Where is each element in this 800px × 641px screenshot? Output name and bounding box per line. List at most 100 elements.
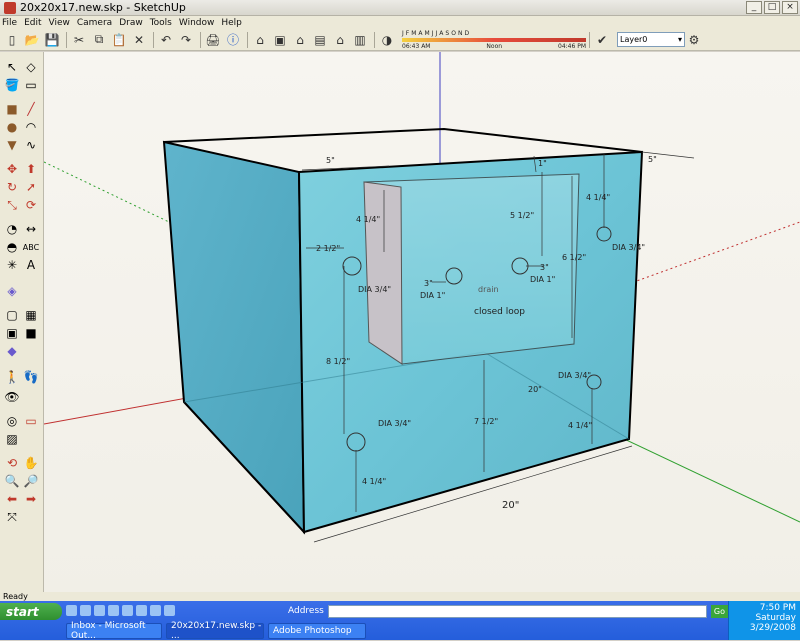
circle-icon[interactable]: ● (3, 118, 21, 136)
section-plane-icon[interactable]: ◎ (3, 412, 21, 430)
front-icon[interactable]: ⌂ (291, 31, 309, 49)
dimension-icon[interactable]: ↔ (22, 220, 40, 238)
sketchup-quick-icon[interactable] (136, 605, 147, 616)
erase-icon[interactable]: ✕ (130, 31, 148, 49)
shadow-settings-icon[interactable]: ◑ (378, 31, 396, 49)
dim-4-1-4-a: 4 1/4" (356, 215, 380, 224)
paste-icon[interactable]: 📋 (110, 31, 128, 49)
cut-icon[interactable]: ✂ (70, 31, 88, 49)
axes-icon[interactable]: ✳ (3, 256, 21, 274)
push-pull-icon[interactable]: ⬆ (22, 160, 40, 178)
orbit-icon[interactable]: ⟲ (3, 454, 21, 472)
right-icon[interactable]: ▤ (311, 31, 329, 49)
address-input[interactable] (327, 604, 707, 618)
xray-icon[interactable]: ▢ (3, 306, 21, 324)
offset-icon[interactable]: ⟳ (22, 196, 40, 214)
save-icon[interactable]: 💾 (43, 31, 61, 49)
arc-icon[interactable]: ◠ (22, 118, 40, 136)
quick-launch (66, 605, 175, 616)
next-view-icon[interactable]: ➡ (22, 490, 40, 508)
undo-icon[interactable]: ↶ (157, 31, 175, 49)
scale-icon[interactable]: ⤡ (3, 196, 21, 214)
dim-top-width: 5" (326, 156, 335, 165)
polygon-icon[interactable]: ▼ (3, 136, 21, 154)
media-icon[interactable] (122, 605, 133, 616)
walk-icon[interactable]: 🚶 (3, 368, 21, 386)
select-icon[interactable]: ↖ (3, 58, 21, 76)
shaded-icon[interactable]: ■ (22, 324, 40, 342)
outlook-icon[interactable] (94, 605, 105, 616)
menu-view[interactable]: View (49, 18, 70, 28)
label-dia-3-4-c: DIA 3/4" (558, 371, 591, 380)
footprints-icon[interactable]: 👣 (22, 368, 40, 386)
copy-icon[interactable]: ⧉ (90, 31, 108, 49)
menu-edit[interactable]: Edit (24, 18, 41, 28)
close-button[interactable]: × (782, 1, 798, 14)
hidden-line-icon[interactable]: ▣ (3, 324, 21, 342)
section-cuts-icon[interactable]: ▨ (3, 430, 21, 448)
menu-draw[interactable]: Draw (119, 18, 143, 28)
protractor-icon[interactable]: ◓ (3, 238, 21, 256)
zoom-icon[interactable]: 🔍 (3, 472, 21, 490)
pan-icon[interactable]: ✋ (22, 454, 40, 472)
menu-camera[interactable]: Camera (77, 18, 112, 28)
model-canvas[interactable]: 5" 5" 1" 4 1/4" 5 1/2" 4 1/4" 2 1/2" 3" … (44, 52, 800, 600)
menu-file[interactable]: File (2, 18, 17, 28)
month-slider[interactable]: JFMAMJJASOND (402, 30, 586, 37)
rectangle-icon[interactable]: ■ (3, 100, 21, 118)
explorer-icon[interactable] (108, 605, 119, 616)
task-photoshop[interactable]: Adobe Photoshop (268, 623, 366, 639)
menu-window[interactable]: Window (179, 18, 215, 28)
open-icon[interactable]: 📂 (23, 31, 41, 49)
look-around-icon[interactable]: 👁 (3, 388, 21, 406)
go-button[interactable]: Go (710, 604, 728, 618)
maximize-button[interactable]: □ (764, 1, 780, 14)
zoom-window-icon[interactable]: 🔎 (22, 472, 40, 490)
back-icon[interactable]: ⌂ (331, 31, 349, 49)
menu-bar: File Edit View Camera Draw Tools Window … (0, 16, 800, 29)
top-edge (163, 127, 643, 153)
show-desktop-icon[interactable] (66, 605, 77, 616)
tape-measure-icon[interactable]: ◔ (3, 220, 21, 238)
start-button[interactable]: start (0, 603, 62, 620)
zoom-extents-icon[interactable]: ⤧ (3, 508, 21, 526)
wireframe-icon[interactable]: ▦ (22, 306, 40, 324)
iso-icon[interactable]: ⌂ (251, 31, 269, 49)
shaded-texture-icon[interactable]: ◆ (3, 342, 21, 360)
model-viewport[interactable]: 5" 5" 1" 4 1/4" 5 1/2" 4 1/4" 2 1/2" 3" … (44, 52, 800, 600)
model-info-icon[interactable]: ⓘ (224, 31, 242, 49)
minimize-button[interactable]: _ (746, 1, 762, 14)
menu-tools[interactable]: Tools (150, 18, 172, 28)
left-icon[interactable]: ▥ (351, 31, 369, 49)
print-icon[interactable]: 🖨 (204, 31, 222, 49)
rotate-icon[interactable]: ↻ (3, 178, 21, 196)
text-icon[interactable]: ABC (22, 238, 40, 256)
dim-3-a: 3" (424, 279, 433, 288)
paint-bucket-icon[interactable]: 🪣 (3, 76, 21, 94)
eraser-icon[interactable]: ▭ (22, 76, 40, 94)
new-icon[interactable]: ▯ (3, 31, 21, 49)
task-outlook[interactable]: Inbox - Microsoft Out... (66, 621, 162, 641)
menu-help[interactable]: Help (221, 18, 242, 28)
left-tool-palette: ↖ ◇ 🪣 ▭ ■ ╱ ● ◠ ▼ ∿ ✥ ⬆ ↻ ➚ ⤡ ⟳ ◔ ↔ ◓ AB… (0, 52, 44, 600)
shadow-time-widget[interactable]: JFMAMJJASOND 06:43 AM Noon 04:46 PM (402, 30, 586, 50)
task-sketchup[interactable]: 20x20x17.new.skp - ... (166, 621, 264, 641)
photoshop-quick-icon[interactable] (150, 605, 161, 616)
layer-manager-icon[interactable]: ⚙ (685, 31, 703, 49)
firefox-icon[interactable] (164, 605, 175, 616)
previous-view-icon[interactable]: ⬅ (3, 490, 21, 508)
time-slider[interactable] (402, 37, 586, 42)
redo-icon[interactable]: ↷ (177, 31, 195, 49)
ie-icon[interactable] (80, 605, 91, 616)
component-icon[interactable]: ◇ (22, 58, 40, 76)
line-icon[interactable]: ╱ (22, 100, 40, 118)
move-icon[interactable]: ✥ (3, 160, 21, 178)
follow-me-icon[interactable]: ➚ (22, 178, 40, 196)
clock-time[interactable]: 7:50 PM (729, 603, 796, 613)
top-icon[interactable]: ▣ (271, 31, 289, 49)
freehand-icon[interactable]: ∿ (22, 136, 40, 154)
iso-view-icon[interactable]: ◈ (3, 282, 21, 300)
section-display-icon[interactable]: ▭ (22, 412, 40, 430)
3d-text-icon[interactable]: A (22, 256, 40, 274)
layer-dropdown[interactable]: Layer0 ▾ (617, 32, 685, 47)
